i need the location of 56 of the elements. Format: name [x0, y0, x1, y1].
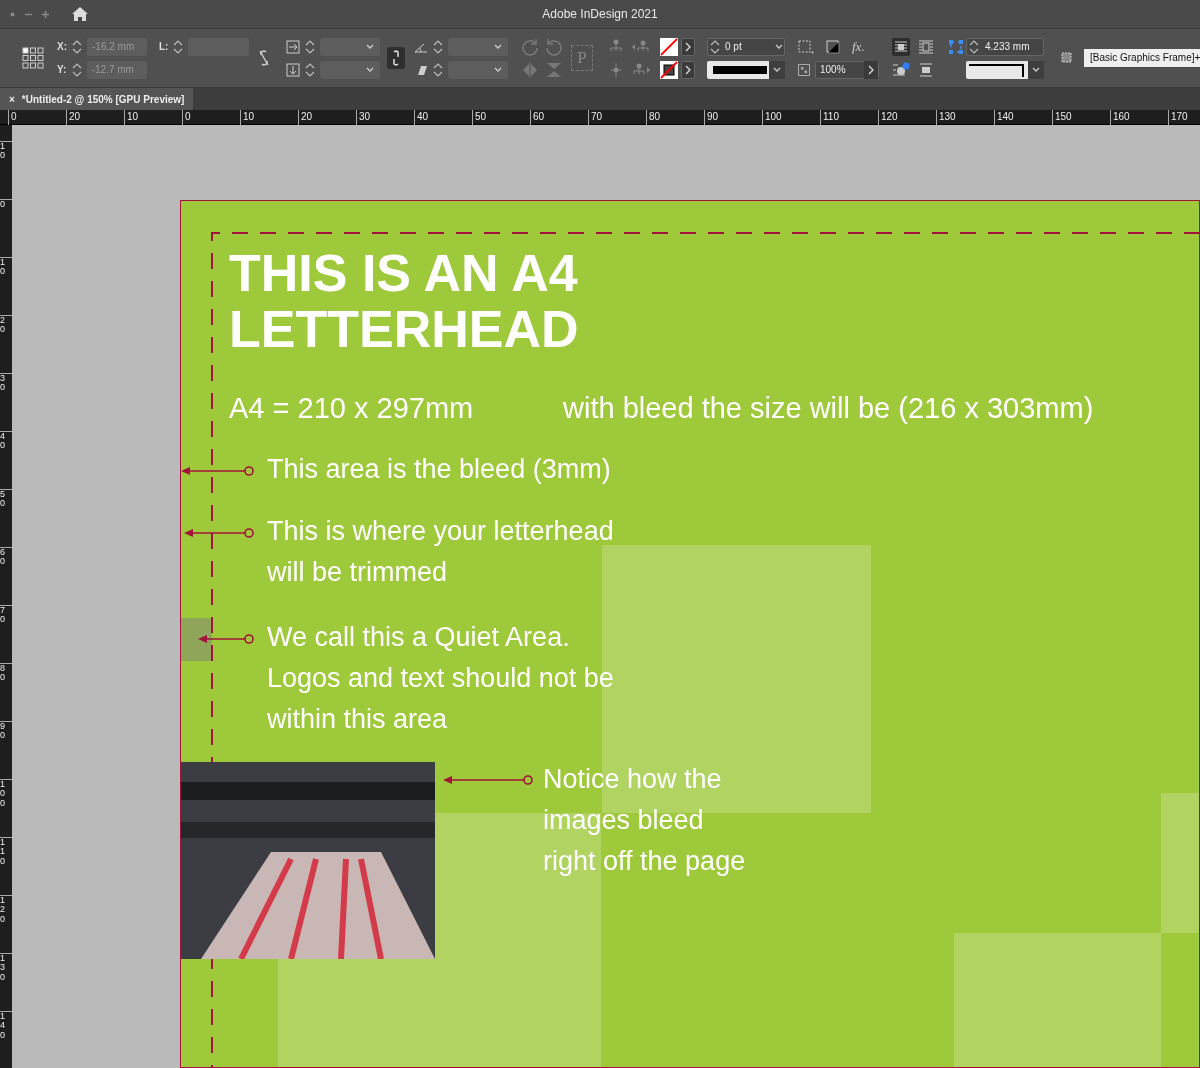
ruler-label: 60	[533, 111, 545, 122]
annotation-text: This area is the bleed (3mm)	[267, 453, 611, 486]
ruler-label: 50	[0, 490, 5, 509]
ruler-label: 70	[591, 111, 603, 122]
ruler-label: 120	[881, 111, 898, 122]
ruler-label: 50	[475, 111, 487, 122]
ruler-label: 30	[0, 374, 5, 393]
ruler-label: 90	[707, 111, 719, 122]
bleed-size-text: with bleed the size will be (216 x 303mm)	[563, 391, 1094, 426]
ruler-label: 20	[69, 111, 81, 122]
ruler-label: 100	[0, 780, 5, 809]
stroke-weight-field[interactable]: 0 pt	[707, 37, 785, 56]
ruler-label: 60	[0, 548, 5, 567]
close-tab-button[interactable]: ×	[9, 91, 15, 107]
ruler-label: 10	[127, 111, 139, 122]
annotation-text: Notice how the images bleed right off the page	[543, 763, 746, 878]
ruler-label: 170	[1171, 111, 1188, 122]
ruler-label: 120	[0, 896, 5, 925]
ruler-label: 80	[0, 664, 5, 683]
effects-button[interactable]: fx.	[852, 36, 865, 57]
ruler-label: 130	[0, 954, 5, 983]
ruler-label: 150	[1055, 111, 1072, 122]
ruler-label: 130	[939, 111, 956, 122]
ruler-label: 0	[0, 200, 5, 210]
ruler-label: 10	[0, 258, 5, 277]
ruler-label: 0	[185, 111, 191, 122]
annotation-text: This is where your letterhead will be trimmed	[267, 515, 614, 589]
ruler-label: 70	[0, 606, 5, 625]
ruler-label: 110	[0, 838, 5, 867]
ruler-label: 80	[649, 111, 661, 122]
ruler-label: 100	[765, 111, 782, 122]
window-title: Adobe InDesign 2021	[541, 6, 659, 23]
ruler-label: 40	[417, 111, 429, 122]
document-tab[interactable]: × *Untitled-2 @ 150% [GPU Preview]	[0, 88, 194, 110]
ruler-label: 40	[0, 432, 5, 451]
ruler-label: 10	[243, 111, 255, 122]
y-label: Y:	[57, 63, 67, 77]
size-text: A4 = 210 x 297mm	[229, 391, 474, 426]
ruler-label: 20	[301, 111, 313, 122]
heading: THIS IS AN A4 LETTERHEAD	[229, 245, 579, 357]
ruler-label: 0	[11, 111, 17, 122]
ruler-label: 90	[0, 722, 5, 741]
ruler-label: 10	[0, 142, 5, 161]
length-label: L:	[159, 40, 169, 54]
ruler-label: 160	[1113, 111, 1130, 122]
x-label: X:	[57, 40, 67, 54]
ruler-label: 140	[997, 111, 1014, 122]
ruler-label: 110	[823, 111, 839, 122]
ruler-label: 30	[359, 111, 371, 122]
tab-title: *Untitled-2 @ 150% [GPU Preview]	[21, 92, 185, 107]
object-style-dropdown[interactable]: [Basic Graphics Frame]+	[1084, 49, 1200, 67]
annotation-text: We call this a Quiet Area. Logos and text should not be within this area	[267, 621, 614, 736]
ruler-label: 20	[0, 316, 5, 335]
ruler-label: 140	[0, 1012, 5, 1041]
corner-size-field[interactable]: 4.233 mm	[966, 37, 1044, 56]
opacity-field[interactable]: 100%	[815, 60, 879, 79]
